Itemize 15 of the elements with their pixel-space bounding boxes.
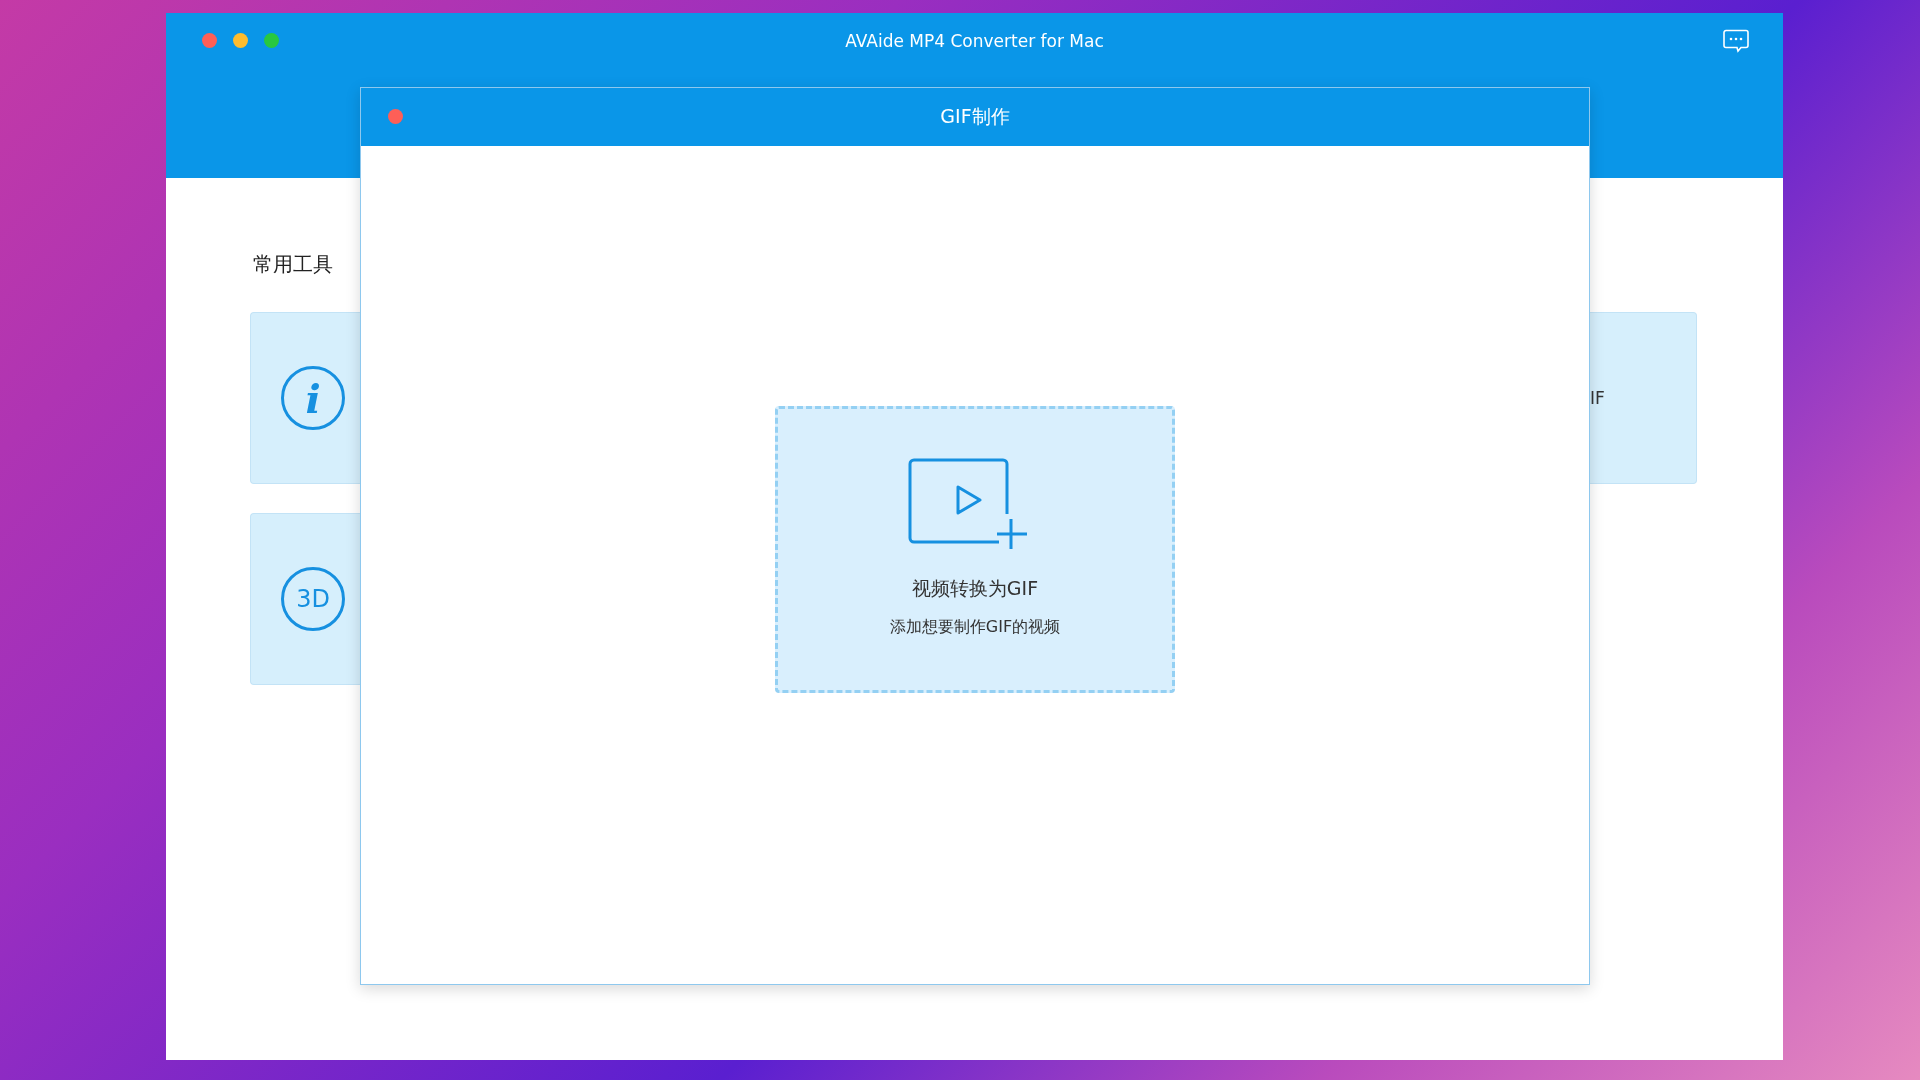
window-title: AVAide MP4 Converter for Mac <box>845 31 1104 51</box>
tool-card[interactable]: IF <box>1590 312 1697 484</box>
zoom-button[interactable] <box>264 33 279 48</box>
dialog-title: GIF制作 <box>940 104 1010 129</box>
section-title: 常用工具 <box>253 251 333 278</box>
minimize-button[interactable] <box>233 33 248 48</box>
tool-label: IF <box>1590 388 1605 408</box>
chat-bubble-icon[interactable] <box>1723 29 1749 53</box>
close-button[interactable] <box>202 33 217 48</box>
drop-zone-title: 视频转换为GIF <box>911 576 1039 601</box>
info-icon: i <box>281 366 345 430</box>
drop-zone-hint: 添加想要制作GIF的视频 <box>889 617 1061 638</box>
drop-zone[interactable]: 视频转换为GIF 添加想要制作GIF的视频 <box>775 406 1175 693</box>
circle-badge-icon: 3D <box>281 567 345 631</box>
close-button[interactable] <box>388 109 403 124</box>
